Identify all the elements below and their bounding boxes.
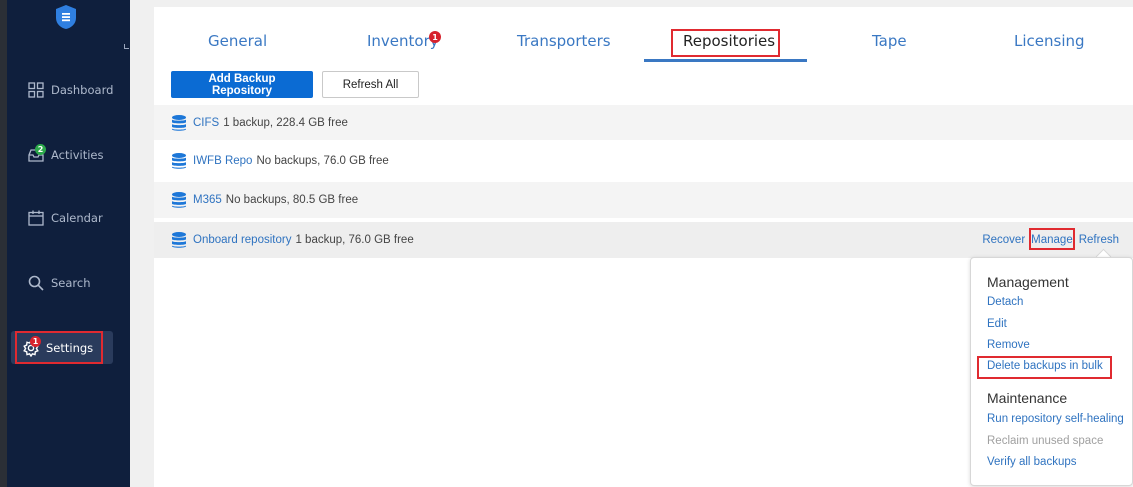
menu-item-edit[interactable]: Edit — [987, 318, 1007, 330]
sidebar-item-search[interactable]: Search — [27, 271, 91, 295]
menu-header-maintenance: Maintenance — [987, 390, 1068, 406]
repositories-highlight-box — [671, 29, 780, 57]
repository-name[interactable]: CIFS — [193, 117, 219, 129]
database-icon — [172, 192, 186, 208]
sidebar-item-label: Calendar — [51, 211, 103, 225]
menu-header-management: Management — [987, 274, 1069, 290]
repository-info: 1 backup, 76.0 GB free — [295, 234, 414, 246]
menu-item-reclaim-unused-space: Reclaim unused space — [987, 435, 1104, 447]
repository-row[interactable]: M365 No backups, 80.5 GB free — [154, 182, 1133, 218]
sidebar-item-calendar[interactable]: Calendar — [27, 206, 103, 230]
database-icon — [172, 232, 186, 248]
repository-name[interactable]: Onboard repository — [193, 234, 291, 246]
active-tab-underline — [644, 59, 807, 62]
refresh-link[interactable]: Refresh — [1079, 234, 1119, 246]
delete-bulk-highlight-box — [977, 356, 1112, 379]
menu-item-self-healing[interactable]: Run repository self-healing — [987, 413, 1124, 425]
repository-info: No backups, 76.0 GB free — [256, 155, 389, 167]
repository-info: 1 backup, 228.4 GB free — [223, 116, 348, 129]
repository-name[interactable]: IWFB Repo — [193, 155, 252, 167]
manage-highlight-box — [1029, 228, 1075, 250]
refresh-all-button[interactable]: Refresh All — [322, 71, 419, 98]
database-icon — [172, 153, 186, 169]
repository-row[interactable]: CIFS 1 backup, 228.4 GB free — [154, 105, 1133, 140]
tab-general[interactable]: General — [208, 32, 267, 50]
recover-link[interactable]: Recover — [982, 234, 1025, 246]
menu-item-verify-all-backups[interactable]: Verify all backups — [987, 456, 1077, 468]
sidebar-item-label: Search — [51, 276, 91, 290]
inbox-icon: 2 — [27, 144, 46, 164]
content-top-gutter — [130, 0, 1133, 7]
add-backup-repository-button[interactable]: Add Backup Repository — [171, 71, 313, 98]
tab-transporters[interactable]: Transporters — [517, 32, 611, 50]
sidebar — [7, 0, 130, 487]
tab-inventory[interactable]: Inventory — [367, 32, 439, 50]
collapse-icon[interactable] — [124, 44, 129, 49]
tab-licensing[interactable]: Licensing — [1014, 32, 1085, 50]
app-window: Dashboard 2 Activities Calendar Search 1… — [0, 0, 1133, 487]
app-logo-icon[interactable] — [55, 4, 77, 30]
repository-row[interactable]: IWFB Repo No backups, 76.0 GB free — [154, 142, 1133, 180]
sidebar-item-activities[interactable]: 2 Activities — [27, 143, 103, 167]
menu-item-remove[interactable]: Remove — [987, 339, 1030, 351]
left-edge — [0, 0, 7, 487]
repository-info: No backups, 80.5 GB free — [225, 194, 359, 206]
sidebar-item-label: Activities — [51, 148, 104, 162]
sidebar-item-dashboard[interactable]: Dashboard — [27, 78, 113, 102]
search-icon — [27, 274, 45, 292]
calendar-icon — [27, 209, 45, 227]
settings-highlight-box — [15, 331, 103, 364]
content-gutter — [130, 0, 154, 487]
repository-name[interactable]: M365 — [193, 194, 222, 206]
grid-icon — [27, 81, 45, 99]
activities-badge: 2 — [35, 144, 46, 155]
menu-item-detach[interactable]: Detach — [987, 296, 1023, 308]
database-icon — [172, 114, 186, 131]
sidebar-item-label: Dashboard — [51, 83, 114, 97]
repository-row[interactable]: Onboard repository 1 backup, 76.0 GB fre… — [154, 222, 1133, 258]
tab-tape[interactable]: Tape — [872, 32, 907, 50]
inventory-badge: 1 — [429, 31, 441, 43]
